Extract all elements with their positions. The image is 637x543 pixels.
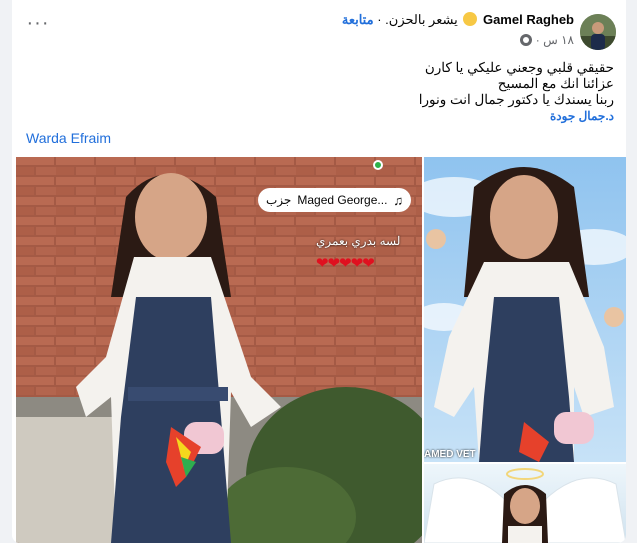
music-sticker-label: Maged George...	[297, 193, 388, 207]
post-time[interactable]: ١٨ س	[543, 33, 574, 47]
mentioned-user[interactable]: Warda Efraim	[26, 130, 111, 146]
dot-separator: ·	[535, 33, 540, 47]
post-photo-2[interactable]: AMED VET	[424, 157, 626, 462]
follow-button[interactable]: متابعة	[342, 12, 374, 27]
post-text-line: حقيقي قلبي وجعني عليكي يا كارن	[424, 60, 614, 75]
photo-watermark: AMED VET	[424, 449, 476, 460]
music-sticker[interactable]: جزب Maged George... ♫	[258, 188, 412, 212]
tagged-user[interactable]: د.جمال جودة	[114, 108, 614, 124]
author-name[interactable]: Gamel Ragheb	[483, 12, 574, 27]
post-text-line: عزائنا انك مع المسيح	[497, 76, 614, 91]
post-card: Gamel Ragheb يشعر بالحزن. · متابعة ١٨ س …	[12, 0, 626, 543]
music-note-icon: ♫	[393, 192, 404, 208]
post-text-line: ربنا يسندك يا دكتور جمال انت ونورا	[418, 92, 614, 107]
more-options-icon[interactable]: ···	[26, 13, 50, 40]
hearts-sticker: ❤❤❤❤❤	[316, 255, 375, 272]
music-sticker-suffix: جزب	[266, 193, 292, 207]
dot-separator: ·	[377, 12, 382, 27]
overlay-caption: لسه بدري بعمري	[316, 234, 401, 248]
post-header: Gamel Ragheb يشعر بالحزن. · متابعة ١٨ س …	[12, 0, 626, 58]
post-photo-3[interactable]	[424, 464, 626, 543]
post-photo-main[interactable]: جزب Maged George... ♫ لسه بدري بعمري ❤❤❤…	[16, 157, 422, 543]
status-dot	[373, 160, 383, 170]
globe-icon	[520, 34, 533, 46]
sad-face-icon	[463, 12, 478, 26]
author-avatar[interactable]	[580, 14, 616, 50]
feeling-text: يشعر بالحزن.	[385, 12, 458, 27]
post-text: حقيقي قلبي وجعني عليكي يا كارن عزائنا ان…	[114, 60, 614, 124]
